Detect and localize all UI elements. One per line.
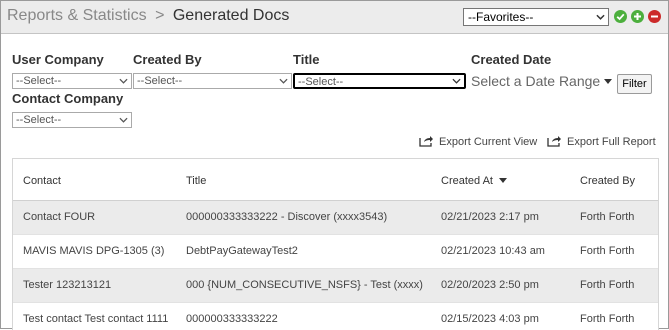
contact-company-select-value: --Select--: [16, 114, 62, 126]
cell-title: 000000333333222: [186, 313, 278, 325]
title-select[interactable]: --Select--: [293, 73, 466, 89]
check-icon[interactable]: [614, 10, 627, 23]
cell-title: DebtPayGatewayTest2: [186, 245, 298, 257]
cell-contact: Tester 123213121: [23, 279, 112, 291]
page-title: Generated Docs: [172, 7, 290, 24]
minus-icon[interactable]: [648, 10, 661, 23]
table-row[interactable]: MAVIS MAVIS DPG-1305 (3) DebtPayGatewayT…: [13, 235, 658, 269]
title-label: Title: [293, 52, 320, 67]
table-row[interactable]: Contact FOUR 000000333333222 - Discover …: [13, 201, 658, 235]
cell-title: 000 {NUM_CONSECUTIVE_NSFS} - Test (xxxx): [186, 279, 423, 291]
table-row[interactable]: Tester 123213121 000 {NUM_CONSECUTIVE_NS…: [13, 269, 658, 303]
filter-button[interactable]: Filter: [617, 74, 652, 94]
column-header-created-at-label: Created At: [441, 175, 493, 187]
breadcrumb: Reports & Statistics > Generated Docs: [7, 7, 289, 25]
sort-descending-icon: [498, 178, 507, 183]
cell-created-at: 02/15/2023 4:03 pm: [441, 313, 539, 325]
user-company-select[interactable]: --Select--: [12, 73, 132, 89]
cell-created-by: Forth Forth: [580, 313, 635, 325]
created-by-label: Created By: [133, 52, 202, 67]
chevron-down-icon: [279, 78, 288, 84]
plus-icon[interactable]: [631, 10, 644, 23]
export-current-view-label: Export Current View: [439, 136, 538, 148]
documents-table: Contact Title Created At Created By Cont…: [12, 158, 659, 330]
user-company-label: User Company: [12, 52, 104, 67]
date-range-picker[interactable]: Select a Date Range: [471, 73, 600, 89]
export-full-report-label: Export Full Report: [567, 136, 656, 148]
table-row[interactable]: Test contact Test contact 1111 000000333…: [13, 303, 658, 330]
cell-created-by: Forth Forth: [580, 245, 635, 257]
column-header-created-by[interactable]: Created By: [580, 175, 635, 187]
cell-created-at: 02/21/2023 10:43 am: [441, 245, 545, 257]
cell-created-at: 02/20/2023 2:50 pm: [441, 279, 539, 291]
cell-created-at: 02/21/2023 2:17 pm: [441, 211, 539, 223]
chevron-down-icon: [119, 78, 128, 84]
cell-created-by: Forth Forth: [580, 211, 635, 223]
contact-company-label: Contact Company: [12, 91, 124, 106]
chevron-down-icon: [452, 78, 461, 84]
cell-title: 000000333333222 - Discover (xxxx3543): [186, 211, 388, 223]
chevron-down-icon: [596, 14, 605, 20]
column-header-title[interactable]: Title: [186, 175, 206, 187]
title-select-value: --Select--: [298, 76, 344, 88]
created-by-select-value: --Select--: [137, 75, 183, 87]
export-icon: [419, 136, 433, 147]
contact-company-select[interactable]: --Select--: [12, 112, 132, 128]
favorites-select[interactable]: --Favorites--: [463, 8, 609, 26]
column-header-created-at[interactable]: Created At: [441, 175, 507, 187]
chevron-down-icon: [119, 117, 128, 123]
table-header: Contact Title Created At Created By: [13, 159, 658, 201]
column-header-contact[interactable]: Contact: [23, 175, 61, 187]
generated-docs-panel: Reports & Statistics > Generated Docs --…: [0, 0, 669, 330]
page-header: Reports & Statistics > Generated Docs --…: [1, 1, 668, 34]
cell-contact: Test contact Test contact 1111: [23, 313, 169, 325]
export-icon: [547, 136, 561, 147]
breadcrumb-root[interactable]: Reports & Statistics: [7, 7, 147, 24]
cell-contact: Contact FOUR: [23, 211, 96, 223]
caret-down-icon[interactable]: [604, 79, 612, 84]
cell-created-by: Forth Forth: [580, 279, 635, 291]
breadcrumb-separator: >: [155, 7, 165, 24]
favorites-select-value: --Favorites--: [468, 10, 534, 24]
created-by-select[interactable]: --Select--: [133, 73, 292, 89]
created-date-label: Created Date: [471, 52, 552, 67]
cell-contact: MAVIS MAVIS DPG-1305 (3): [23, 245, 165, 257]
user-company-select-value: --Select--: [16, 75, 62, 87]
